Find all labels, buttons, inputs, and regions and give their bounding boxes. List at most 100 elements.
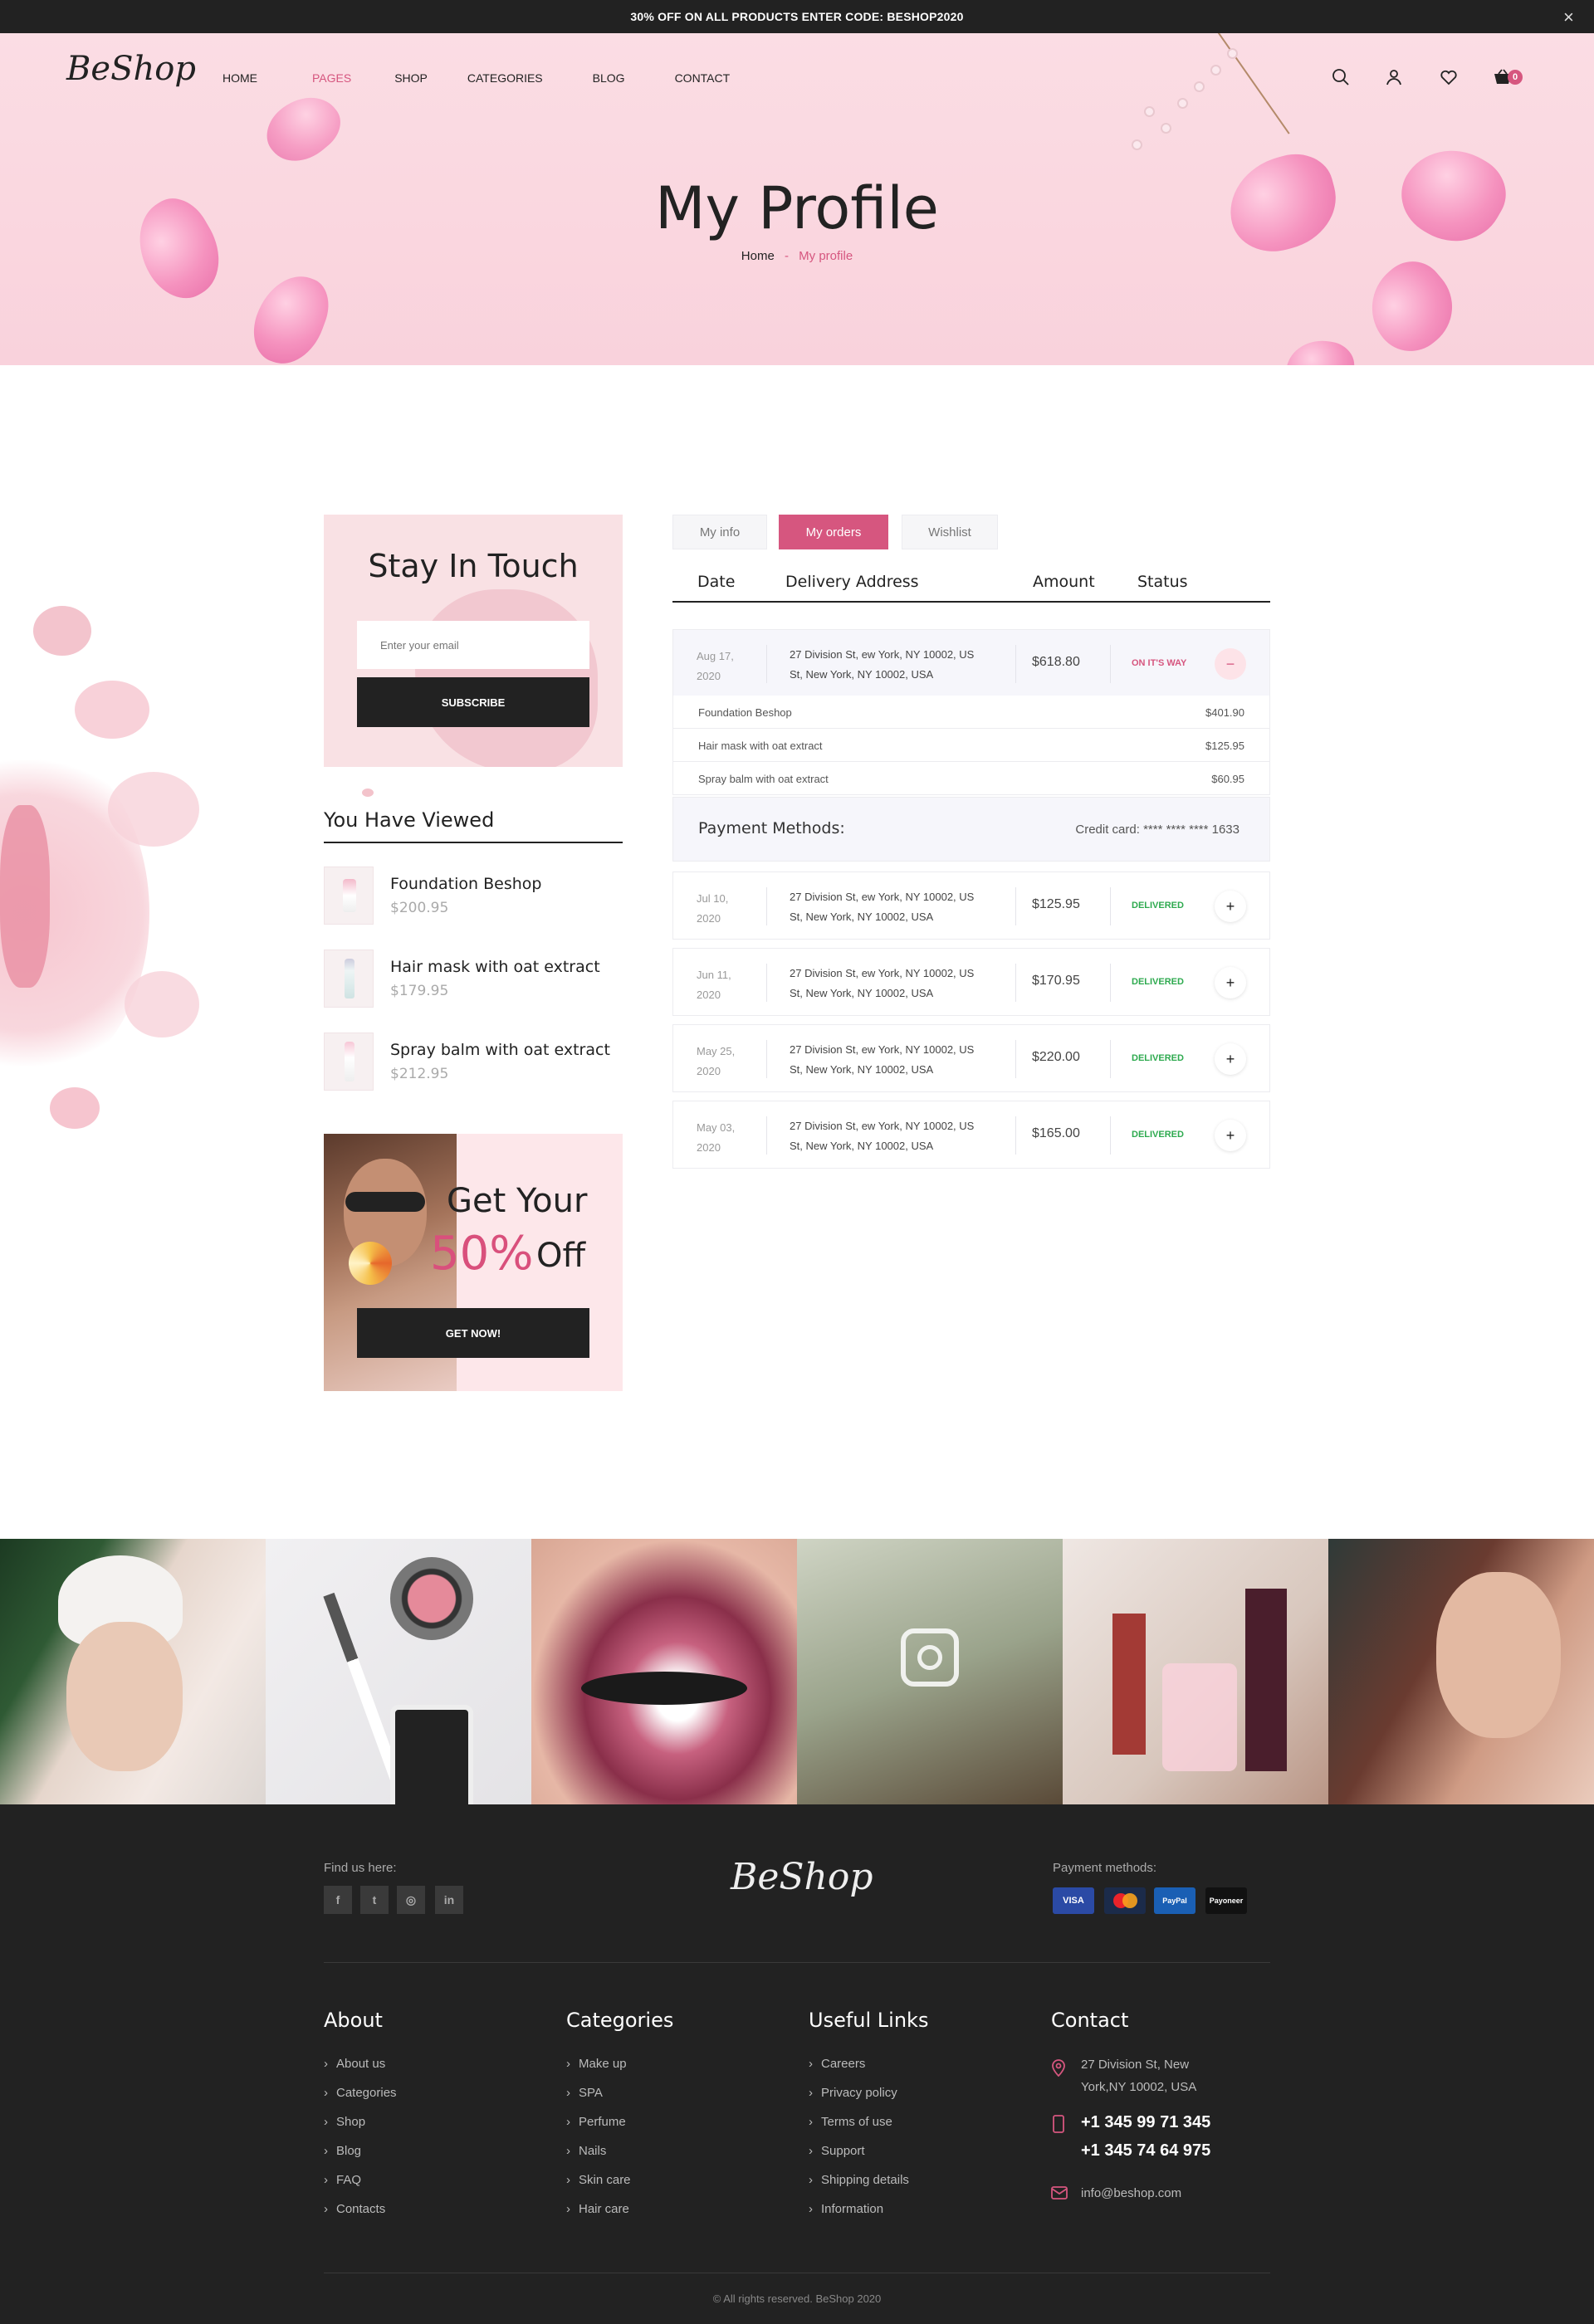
gallery-image[interactable] xyxy=(1063,1539,1328,1804)
expand-button[interactable]: + xyxy=(1215,891,1246,922)
order-row[interactable]: May 25, 2020 27 Division St, ew York, NY … xyxy=(672,1024,1270,1092)
footer-link[interactable]: Perfume xyxy=(566,2115,626,2129)
close-icon[interactable]: × xyxy=(1563,7,1574,28)
divider xyxy=(1015,1040,1016,1078)
location-icon xyxy=(1052,2059,1065,2077)
perfume-decoration xyxy=(1162,1663,1237,1771)
logo[interactable]: BeShop xyxy=(66,50,196,88)
order-status: DELIVERED xyxy=(1132,901,1184,911)
viewed-item-price: $200.95 xyxy=(390,900,449,916)
order-status: DELIVERED xyxy=(1132,1053,1184,1063)
gallery-image[interactable] xyxy=(797,1539,1063,1804)
user-icon[interactable] xyxy=(1385,68,1403,86)
footer-link[interactable]: Categories xyxy=(324,2086,397,2100)
flower-decoration xyxy=(1179,100,1186,107)
divider xyxy=(1015,1116,1016,1155)
order-row[interactable]: Aug 17, 2020 27 Division St, ew York, NY … xyxy=(672,629,1270,697)
footer-link[interactable]: Careers xyxy=(809,2057,865,2071)
viewed-item-name: Spray balm with oat extract xyxy=(390,1041,610,1059)
contact-phone-1[interactable]: +1 345 99 71 345 xyxy=(1081,2113,1210,2132)
breadcrumb-home[interactable]: Home xyxy=(741,249,775,263)
gallery-image[interactable] xyxy=(0,1539,266,1804)
contact-email[interactable]: info@beshop.com xyxy=(1081,2182,1181,2204)
expand-button[interactable]: + xyxy=(1215,1120,1246,1151)
footer-link[interactable]: Nails xyxy=(566,2144,606,2158)
footer-link[interactable]: Support xyxy=(809,2144,865,2158)
email-input[interactable] xyxy=(357,621,589,669)
footer-link[interactable]: Shipping details xyxy=(809,2173,909,2187)
lollipop-decoration xyxy=(349,1242,392,1285)
tab-wishlist[interactable]: Wishlist xyxy=(902,515,998,549)
linkedin-icon[interactable]: in xyxy=(435,1886,463,1914)
product-thumbnail xyxy=(324,867,374,925)
viewed-item-price: $212.95 xyxy=(390,1066,449,1082)
nav-pages[interactable]: PAGES xyxy=(312,71,351,85)
viewed-item[interactable]: Spray balm with oat extract $212.95 xyxy=(324,1033,623,1091)
footer-logo[interactable]: BeShop xyxy=(731,1856,873,1898)
contact-phone-2[interactable]: +1 345 74 64 975 xyxy=(1081,2141,1210,2160)
footer-link[interactable]: Blog xyxy=(324,2144,361,2158)
footer-link[interactable]: Shop xyxy=(324,2115,365,2129)
footer-link[interactable]: Hair care xyxy=(566,2202,629,2216)
tab-my-orders[interactable]: My orders xyxy=(779,515,888,549)
order-item-row: Spray balm with oat extract $60.95 xyxy=(672,762,1270,795)
email-icon xyxy=(1051,2186,1068,2200)
order-amount: $170.95 xyxy=(1032,974,1080,988)
nav-blog[interactable]: BLOG xyxy=(593,71,625,85)
order-item-name: Spray balm with oat extract xyxy=(698,773,829,785)
subscribe-title: Stay In Touch xyxy=(368,548,579,584)
nav-shop[interactable]: SHOP xyxy=(394,71,428,85)
divider xyxy=(766,1116,767,1155)
subscribe-button[interactable]: SUBSCRIBE xyxy=(357,677,589,727)
order-row[interactable]: Jun 11, 2020 27 Division St, ew York, NY … xyxy=(672,948,1270,1016)
viewed-item[interactable]: Foundation Beshop $200.95 xyxy=(324,867,623,925)
footer-link[interactable]: Information xyxy=(809,2202,883,2216)
copyright: © All rights reserved. BeShop 2020 xyxy=(712,2292,882,2305)
promo-line1: Get Your xyxy=(447,1182,588,1220)
header-delivery-address: Delivery Address xyxy=(785,573,919,591)
get-now-button[interactable]: GET NOW! xyxy=(357,1308,589,1358)
footer-link[interactable]: Make up xyxy=(566,2057,627,2071)
flower-decoration xyxy=(1229,50,1236,57)
order-address: 27 Division St, ew York, NY 10002, US St,… xyxy=(790,1043,975,1076)
flower-decoration xyxy=(1133,141,1141,149)
instagram-icon[interactable]: ◎ xyxy=(397,1886,425,1914)
footer-link[interactable]: Skin care xyxy=(566,2173,631,2187)
tab-my-info[interactable]: My info xyxy=(672,515,767,549)
twitter-icon[interactable]: t xyxy=(360,1886,389,1914)
face-decoration xyxy=(66,1622,183,1771)
facebook-icon[interactable]: f xyxy=(324,1886,352,1914)
order-date: Jun 11, 2020 xyxy=(697,969,731,1001)
table-header-divider xyxy=(672,601,1270,603)
eyelash-decoration xyxy=(581,1672,747,1705)
viewed-item[interactable]: Hair mask with oat extract $179.95 xyxy=(324,950,623,1008)
expand-button[interactable]: + xyxy=(1215,1043,1246,1075)
footer-link[interactable]: FAQ xyxy=(324,2173,361,2187)
promo-percent: 50% xyxy=(430,1227,534,1281)
gallery-image[interactable] xyxy=(1328,1539,1594,1804)
heart-icon[interactable] xyxy=(1440,68,1458,86)
viewed-item-price: $179.95 xyxy=(390,983,449,999)
nav-categories[interactable]: CATEGORIES xyxy=(467,71,543,85)
nav-contact[interactable]: CONTACT xyxy=(675,71,731,85)
collapse-button[interactable]: − xyxy=(1215,648,1246,680)
expand-button[interactable]: + xyxy=(1215,967,1246,998)
footer-link[interactable]: SPA xyxy=(566,2086,603,2100)
divider xyxy=(766,964,767,1002)
gallery-image[interactable] xyxy=(266,1539,531,1804)
flower-decoration xyxy=(1162,124,1170,132)
footer-link[interactable]: Privacy policy xyxy=(809,2086,897,2100)
gallery-image[interactable] xyxy=(531,1539,797,1804)
promo-bar: 30% OFF ON ALL PRODUCTS ENTER CODE: BESH… xyxy=(0,0,1594,33)
footer-link[interactable]: About us xyxy=(324,2057,385,2071)
order-row[interactable]: May 03, 2020 27 Division St, ew York, NY … xyxy=(672,1101,1270,1169)
order-date: Aug 17, 2020 xyxy=(697,650,734,682)
footer-link[interactable]: Contacts xyxy=(324,2202,385,2216)
page-title: My Profile xyxy=(655,174,939,242)
footer-link[interactable]: Terms of use xyxy=(809,2115,892,2129)
order-date: May 25, 2020 xyxy=(697,1045,736,1077)
order-row[interactable]: Jul 10, 2020 27 Division St, ew York, NY … xyxy=(672,872,1270,940)
nav-home[interactable]: HOME xyxy=(222,71,272,85)
header-amount: Amount xyxy=(1033,573,1095,591)
search-icon[interactable] xyxy=(1332,68,1350,86)
